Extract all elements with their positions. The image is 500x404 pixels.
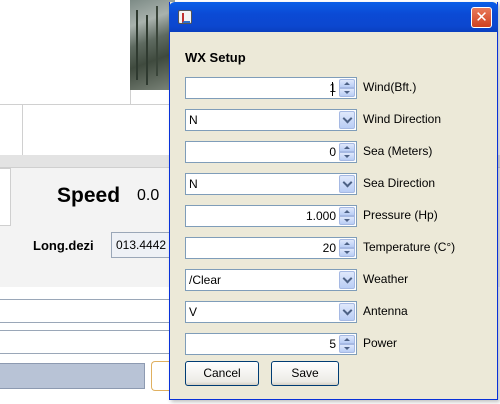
speed-label: Speed (57, 184, 121, 207)
sea-row: 0 Sea (Meters) (185, 141, 495, 163)
background-cell (0, 104, 23, 156)
antenna-select[interactable]: V (185, 301, 357, 323)
pressure-label: Pressure (Hp) (363, 208, 438, 222)
spin-down-icon[interactable] (339, 152, 355, 161)
spin-up-icon[interactable] (339, 143, 355, 152)
spin-up-icon[interactable] (339, 79, 355, 88)
weather-row: /Clear Weather (185, 269, 495, 291)
weather-select[interactable]: /Clear (185, 269, 357, 291)
antenna-label: Antenna (363, 304, 408, 318)
sea-direction-label: Sea Direction (363, 176, 436, 190)
spin-up-icon[interactable] (339, 335, 355, 344)
spin-down-icon[interactable] (339, 344, 355, 353)
power-spinner[interactable]: 5 (185, 333, 357, 355)
longitude-label: Long.dezi (33, 238, 94, 253)
sea-direction-value: N (189, 177, 198, 191)
close-icon: ✕ (475, 8, 488, 26)
wind-spinner[interactable]: 1 (185, 77, 357, 99)
wind-value: 1 (329, 81, 336, 95)
power-spin-buttons (339, 335, 355, 353)
weather-label: Weather (363, 272, 409, 286)
temperature-spinner[interactable]: 20 (185, 237, 357, 259)
dropdown-arrow-icon[interactable] (339, 271, 355, 289)
spin-up-icon[interactable] (339, 207, 355, 216)
spin-down-icon[interactable] (339, 216, 355, 225)
pressure-spinner[interactable]: 1.000 (185, 205, 357, 227)
wind-direction-select[interactable]: N (185, 109, 357, 131)
speed-value: 0.0 (137, 187, 160, 204)
dropdown-arrow-icon[interactable] (339, 111, 355, 129)
power-row: 5 Power (185, 333, 495, 355)
save-button[interactable]: Save (271, 361, 339, 386)
wind-label: Wind(Bft.) (363, 80, 417, 94)
wind-direction-row: N Wind Direction (185, 109, 495, 131)
dialog-titlebar[interactable]: ✕ (169, 2, 498, 32)
wind-spin-buttons (339, 79, 355, 97)
sea-value: 0 (329, 145, 336, 159)
antenna-value: V (189, 305, 198, 319)
dialog-body: WX Setup 1 Wind(Bft.) N Wind Direction 0… (170, 32, 497, 399)
background-cell (22, 104, 172, 156)
section-title: WX Setup (185, 50, 246, 65)
sea-spinner[interactable]: 0 (185, 141, 357, 163)
background-cell (0, 0, 131, 105)
pressure-spin-buttons (339, 207, 355, 225)
temperature-row: 20 Temperature (C°) (185, 237, 495, 259)
background-button[interactable] (151, 361, 171, 391)
pressure-value: 1.000 (305, 209, 336, 223)
dropdown-arrow-icon[interactable] (339, 303, 355, 321)
antenna-row: V Antenna (185, 301, 495, 323)
wind-direction-value: N (189, 113, 198, 127)
wind-direction-label: Wind Direction (363, 112, 442, 126)
temperature-value: 20 (322, 241, 336, 255)
background-input[interactable] (0, 330, 170, 354)
power-value: 5 (329, 337, 336, 351)
background-input[interactable] (0, 299, 170, 323)
background-cell (0, 168, 11, 226)
background-status-bar (0, 363, 145, 389)
dropdown-arrow-icon[interactable] (339, 175, 355, 193)
weather-value: /Clear (189, 273, 222, 287)
sea-direction-row: N Sea Direction (185, 173, 495, 195)
temperature-label: Temperature (C°) (363, 240, 456, 254)
sea-spin-buttons (339, 143, 355, 161)
java-app-icon (178, 10, 192, 24)
temperature-spin-buttons (339, 239, 355, 257)
wx-setup-dialog: ✕ WX Setup 1 Wind(Bft.) N Wind Direction (169, 2, 498, 400)
sea-direction-select[interactable]: N (185, 173, 357, 195)
close-button[interactable]: ✕ (471, 7, 492, 28)
wind-row: 1 Wind(Bft.) (185, 77, 495, 99)
spin-down-icon[interactable] (339, 248, 355, 257)
spin-down-icon[interactable] (339, 88, 355, 97)
power-label: Power (363, 336, 398, 350)
cancel-button[interactable]: Cancel (185, 361, 259, 386)
pressure-row: 1.000 Pressure (Hp) (185, 205, 495, 227)
spin-up-icon[interactable] (339, 239, 355, 248)
sea-label: Sea (Meters) (363, 144, 433, 158)
